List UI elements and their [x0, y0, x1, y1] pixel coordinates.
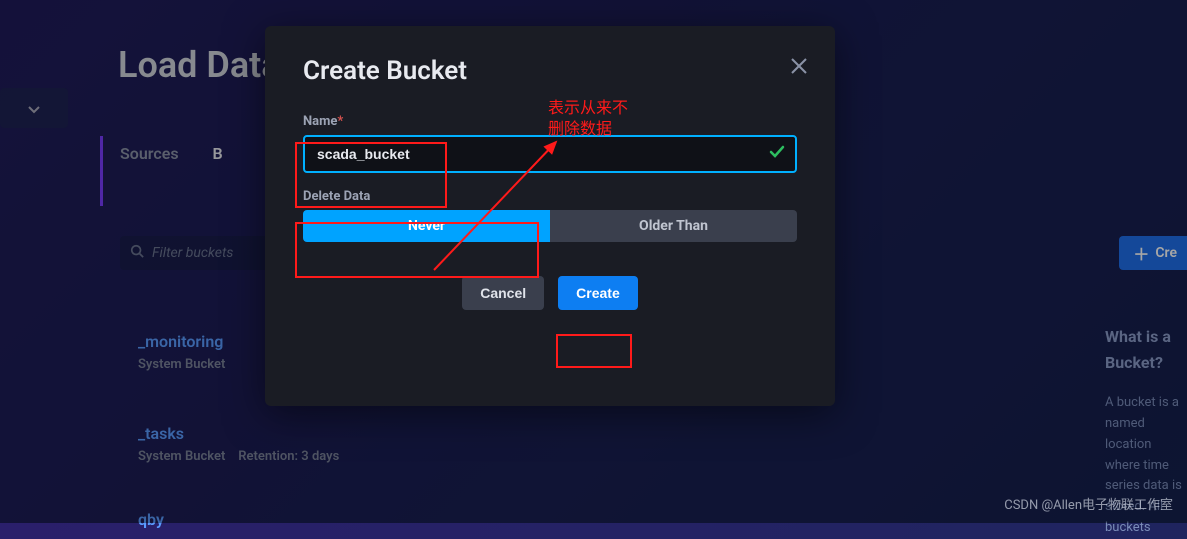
watermark: CSDN @Allen电子物联工作室 [1004, 494, 1173, 513]
delete-data-toggle: Never Older Than [303, 210, 797, 242]
close-icon[interactable] [789, 56, 809, 76]
check-icon [769, 144, 785, 164]
delete-data-label: Delete Data [303, 189, 797, 204]
modal-actions: Cancel Create [303, 276, 797, 310]
modal-title: Create Bucket [303, 56, 797, 86]
toggle-never[interactable]: Never [303, 210, 550, 242]
create-button[interactable]: Create [558, 276, 638, 310]
toggle-older-than[interactable]: Older Than [550, 210, 797, 242]
create-bucket-modal: Create Bucket Name* Delete Data Never Ol… [265, 26, 835, 406]
annotation-text: 表示从来不 删除数据 [548, 98, 628, 140]
bucket-name-input[interactable] [303, 135, 797, 173]
cancel-button[interactable]: Cancel [462, 276, 544, 310]
